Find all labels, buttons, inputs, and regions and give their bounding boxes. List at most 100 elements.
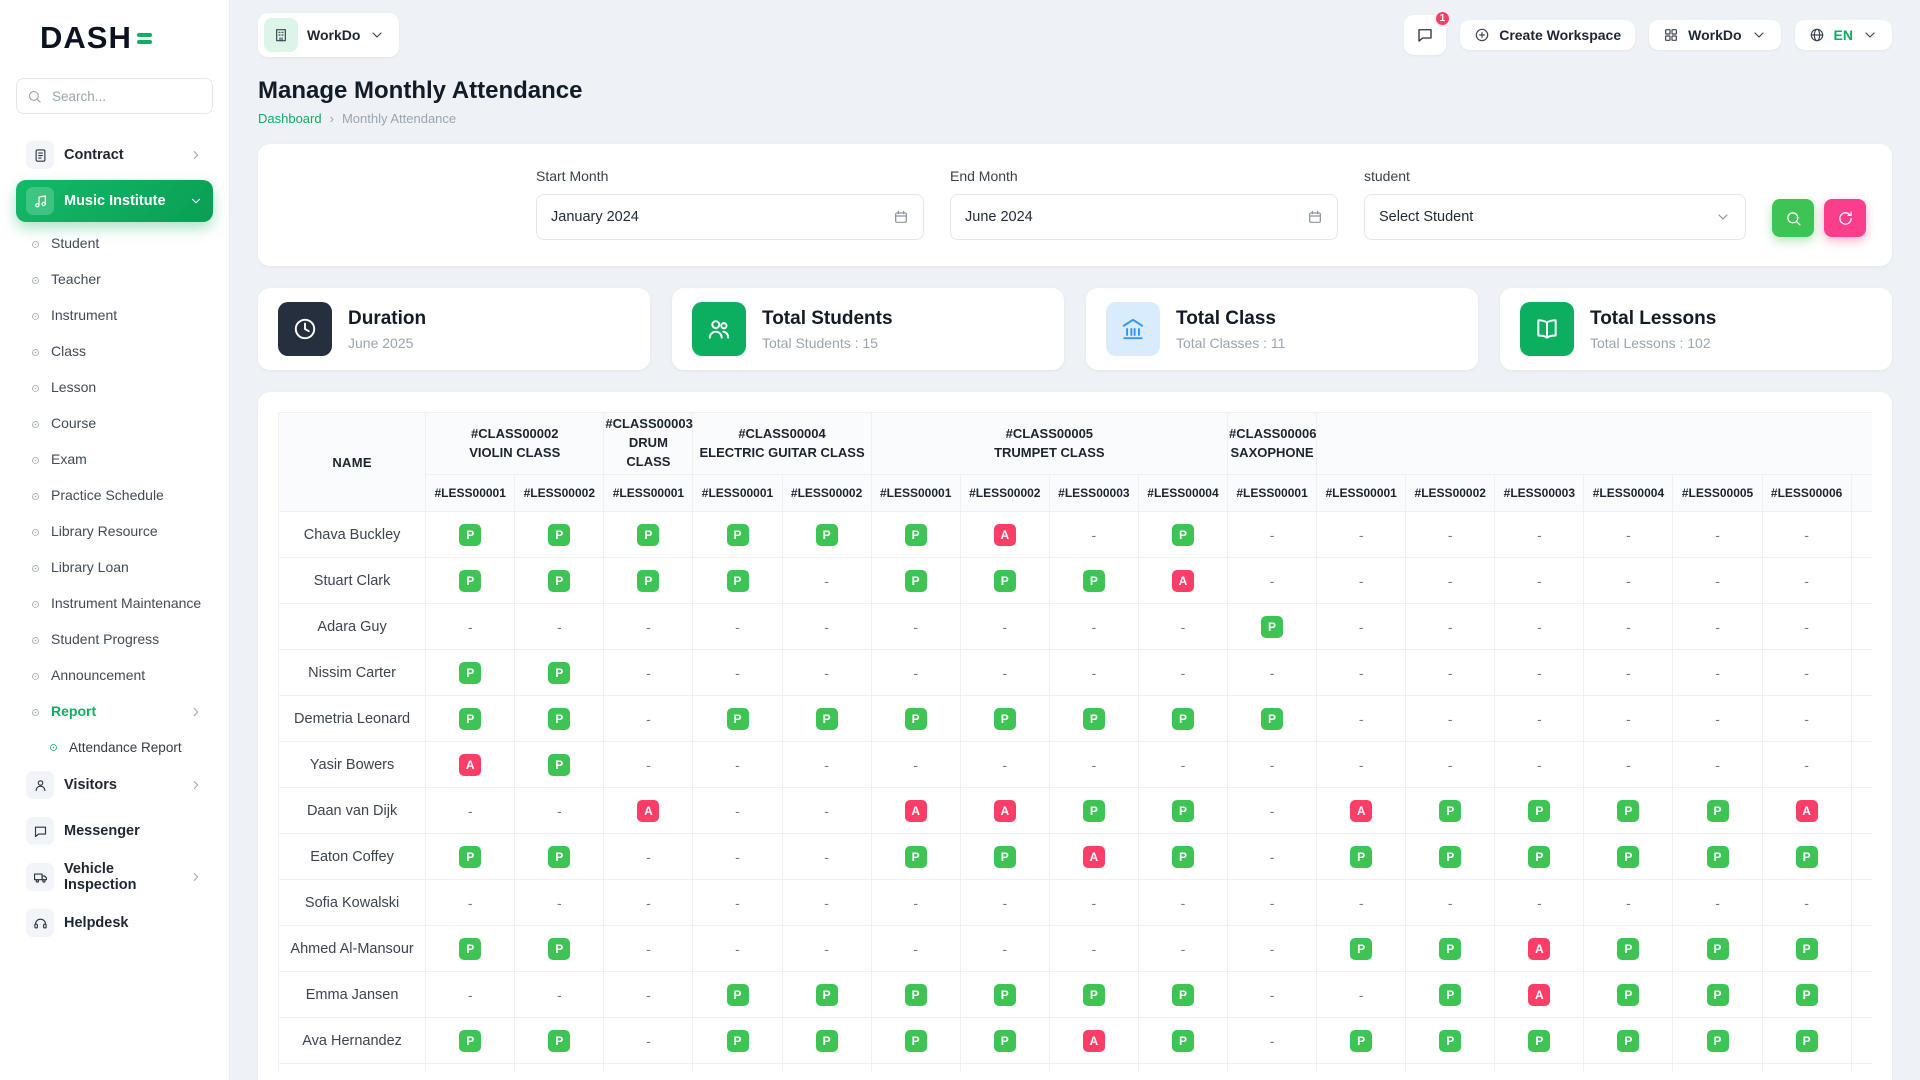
student-field: student Select Student — [1364, 168, 1746, 240]
student-name: Eaton Coffey — [279, 834, 426, 880]
empty-cell: - — [1851, 650, 1872, 696]
sidebar-subitem-library-loan[interactable]: Library Loan — [16, 550, 213, 586]
attendance-cell: P — [693, 512, 782, 558]
student-name: Demetria Leonard — [279, 696, 426, 742]
sidebar-subitem-exam[interactable]: Exam — [16, 442, 213, 478]
sidebar-subitem-course[interactable]: Course — [16, 406, 213, 442]
sidebar-subitem-instrument[interactable]: Instrument — [16, 298, 213, 334]
breadcrumb-dashboard-link[interactable]: Dashboard — [258, 111, 322, 126]
sidebar-subitem-practice-schedule[interactable]: Practice Schedule — [16, 478, 213, 514]
class-name: VIOLIN CLASS — [427, 444, 602, 463]
empty-cell: - — [782, 742, 871, 788]
attendance-table-wrap[interactable]: NAME#CLASS00002VIOLIN CLASS#CLASS00003DR… — [278, 412, 1872, 1072]
chevron-right-icon — [189, 778, 203, 792]
attendance-cell: P — [426, 558, 515, 604]
lesson-header: #LESS00002 — [782, 475, 871, 512]
present-badge: P — [905, 524, 927, 546]
empty-cell: - — [782, 880, 871, 926]
present-badge: P — [816, 708, 838, 730]
sidebar-item-label: Helpdesk — [64, 915, 128, 931]
student-name: Ava Hernandez — [279, 1018, 426, 1064]
attendance-cell: P — [782, 1018, 871, 1064]
language-selector[interactable]: EN — [1795, 20, 1892, 50]
class-name: ELECTRIC GUITAR CLASS — [694, 444, 869, 463]
workspace-switcher[interactable]: WorkDo — [258, 13, 399, 57]
lesson-header: #LESS00002 — [515, 475, 604, 512]
present-badge: P — [1528, 1030, 1550, 1052]
sidebar-search[interactable] — [16, 78, 213, 114]
lesson-header: #LESS00004 — [1138, 475, 1227, 512]
empty-cell: - — [1228, 834, 1317, 880]
present-badge: P — [1172, 524, 1194, 546]
present-badge: P — [548, 570, 570, 592]
sidebar-item-contract[interactable]: Contract — [16, 134, 213, 176]
present-badge: P — [905, 846, 927, 868]
app-logo[interactable]: DASH — [16, 20, 213, 56]
search-input[interactable] — [50, 88, 202, 105]
attendance-table: NAME#CLASS00002VIOLIN CLASS#CLASS00003DR… — [278, 412, 1872, 1072]
empty-cell: - — [1851, 926, 1872, 972]
sidebar-item-messenger[interactable]: Messenger — [16, 810, 213, 852]
visitors-icon — [26, 771, 54, 799]
sidebar-subitem-announcement[interactable]: Announcement — [16, 658, 213, 694]
sidebar-subitem-label: Course — [51, 415, 96, 433]
class-name: TRUMPET CLASS — [873, 444, 1226, 463]
empty-cell: - — [1851, 972, 1872, 1018]
sidebar-item-helpdesk[interactable]: Helpdesk — [16, 902, 213, 944]
empty-cell: - — [960, 880, 1049, 926]
attendance-cell: A — [1049, 834, 1138, 880]
attendance-cell: A — [1049, 1018, 1138, 1064]
attendance-cell: P — [515, 650, 604, 696]
table-row: Yasir BowersAP--------------- — [279, 742, 1873, 788]
empty-cell: - — [1317, 558, 1406, 604]
sidebar-subitem-student[interactable]: Student — [16, 226, 213, 262]
present-badge: P — [1083, 708, 1105, 730]
stat-subtitle: June 2025 — [348, 335, 426, 351]
sidebar-item-visitors[interactable]: Visitors — [16, 764, 213, 806]
student-label: student — [1364, 168, 1746, 184]
attendance-cell: P — [871, 1018, 960, 1064]
student-select[interactable]: Select Student — [1364, 194, 1746, 240]
attendance-cell: P — [604, 512, 693, 558]
create-workspace-button[interactable]: Create Workspace — [1460, 20, 1635, 50]
sidebar-subsubitem-attendance-report[interactable]: Attendance Report — [16, 730, 213, 764]
search-button[interactable] — [1772, 199, 1814, 237]
messages-button[interactable]: 1 — [1404, 15, 1446, 55]
student-name: Chava Buckley — [279, 512, 426, 558]
attendance-cell: P — [693, 972, 782, 1018]
attendance-cell: P — [1584, 834, 1673, 880]
attendance-cell: A — [960, 788, 1049, 834]
empty-cell: - — [782, 788, 871, 834]
sidebar-subitem-instrument-maintenance[interactable]: Instrument Maintenance — [16, 586, 213, 622]
logo-accent-bars — [137, 30, 152, 47]
empty-cell: - — [1317, 650, 1406, 696]
start-month-input[interactable]: January 2024 — [536, 194, 924, 240]
sidebar-subitem-teacher[interactable]: Teacher — [16, 262, 213, 298]
workdo-menu-button[interactable]: WorkDo — [1649, 20, 1780, 50]
student-name: Yasir Bowers — [279, 742, 426, 788]
sidebar-subitem-library-resource[interactable]: Library Resource — [16, 514, 213, 550]
sidebar-subitem-lesson[interactable]: Lesson — [16, 370, 213, 406]
end-month-input[interactable]: June 2024 — [950, 194, 1338, 240]
start-month-value: January 2024 — [551, 209, 639, 225]
empty-cell: - — [604, 972, 693, 1018]
globe-icon — [1809, 27, 1825, 43]
sidebar-subitem-student-progress[interactable]: Student Progress — [16, 622, 213, 658]
sidebar-subitem-report[interactable]: Report — [16, 694, 213, 730]
sidebar-subitem-class[interactable]: Class — [16, 334, 213, 370]
table-row: Liam O'Connor----------------- — [279, 1064, 1873, 1073]
present-badge: P — [1707, 800, 1729, 822]
present-badge: P — [816, 1030, 838, 1052]
attendance-cell: P — [1138, 512, 1227, 558]
start-month-label: Start Month — [536, 168, 924, 184]
reset-button[interactable] — [1824, 199, 1866, 237]
sidebar: DASH ContractMusic Institute StudentTeach… — [0, 0, 230, 1080]
sidebar-item-music-institute[interactable]: Music Institute — [16, 180, 213, 222]
attendance-cell: P — [782, 512, 871, 558]
attendance-cell: P — [1406, 788, 1495, 834]
clock-icon — [278, 302, 332, 356]
app-logo-text: DASH — [40, 20, 132, 56]
sidebar-subitem-label: Lesson — [51, 379, 96, 397]
sidebar-item-vehicle-inspection[interactable]: Vehicle Inspection — [16, 856, 213, 898]
student-name: Emma Jansen — [279, 972, 426, 1018]
